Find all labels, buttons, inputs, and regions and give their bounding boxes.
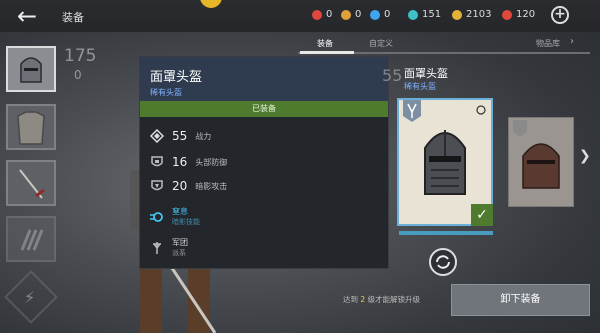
power-sub-value-left: 0 <box>74 68 82 82</box>
stat-power: 55 战力 <box>150 129 211 143</box>
chevron-right-icon[interactable]: ❯ <box>579 148 591 164</box>
claw-marks-icon <box>20 229 44 251</box>
stat-value: 55 <box>172 129 188 143</box>
stat-label: 暗影攻击 <box>195 181 228 191</box>
slot-claws[interactable] <box>6 216 56 262</box>
chevron-right-icon[interactable]: › <box>570 36 574 47</box>
power-value-right: 55 <box>382 66 403 85</box>
emoji-badge-icon[interactable] <box>200 0 222 8</box>
resource-value: 151 <box>422 9 442 20</box>
resource-ruby[interactable]: 120 <box>502 9 535 20</box>
page-title: 装备 <box>62 11 84 24</box>
gem-icon <box>408 9 418 20</box>
req-level: 2 <box>360 295 366 304</box>
resource-value: 120 <box>516 9 536 20</box>
item-title: 面罩头盔 <box>404 67 448 80</box>
stat-label: 头部防御 <box>195 157 228 167</box>
resource-red-fist[interactable]: 0 <box>312 9 332 20</box>
slot-helmet[interactable] <box>6 46 56 92</box>
shadow-attack-icon <box>151 180 163 191</box>
resource-blue-fist[interactable]: 0 <box>370 9 390 20</box>
power-diamond-icon <box>150 129 164 143</box>
resource-gem[interactable]: 151 <box>408 9 441 20</box>
stat-label: 战力 <box>195 131 212 141</box>
upgrade-requirement: 达到 2 级才能解锁升级 <box>343 294 420 305</box>
popup-item-title: 面罩头盔 <box>150 70 203 85</box>
armor-icon <box>17 111 45 145</box>
stat-value: 20 <box>172 179 188 193</box>
cycle-icon <box>436 255 450 269</box>
resource-value: 2103 <box>466 9 492 20</box>
orange-fist-icon <box>341 9 351 20</box>
suffocate-icon <box>150 211 163 222</box>
item-rarity: 稀有头盔 <box>404 82 436 91</box>
resource-orange-fist[interactable]: 0 <box>341 9 361 20</box>
tab-inventory[interactable]: 物品库 <box>536 38 560 49</box>
ability-desc: 暗影技能 <box>172 218 200 226</box>
helmet-icon <box>20 57 42 83</box>
coin-icon <box>452 9 462 20</box>
popup-item-rarity: 稀有头盔 <box>150 88 182 97</box>
sword-icon <box>19 169 45 199</box>
popup-header: 面罩头盔 稀有头盔 <box>140 57 388 101</box>
stat-head-defense: 16 头部防御 <box>150 155 227 169</box>
alternate-helmet-card[interactable] <box>508 117 574 207</box>
ruby-icon <box>502 9 512 20</box>
ability-row[interactable]: 窒息 暗影技能 <box>150 206 200 227</box>
resource-value: 0 <box>384 9 391 20</box>
card-selection-bar <box>399 231 493 235</box>
slot-armor[interactable] <box>6 104 56 150</box>
legion-banner-icon <box>153 241 161 254</box>
equipped-status-bar: 已装备 <box>140 101 388 117</box>
item-detail-popup: 面罩头盔 稀有头盔 已装备 55 战力 16 头部防御 20 暗影攻击 窒息 暗… <box>139 56 389 269</box>
faction-name: 军团 <box>172 238 188 247</box>
req-suffix: 级才能解锁升级 <box>367 295 421 304</box>
helmet-icon <box>513 120 560 189</box>
shield-helmet-icon <box>151 156 163 167</box>
stat-shadow-attack: 20 暗影攻击 <box>150 179 227 193</box>
swap-cycle-button[interactable] <box>429 248 457 276</box>
add-currency-button[interactable]: + <box>551 6 569 24</box>
top-bar: ← 装备 0 0 0 151 2103 120 + <box>0 0 600 32</box>
req-prefix: 达到 <box>343 295 358 304</box>
unequip-button[interactable]: 卸下装备 <box>451 284 590 316</box>
resource-value: 0 <box>355 9 362 20</box>
equipped-check-icon: ✓ <box>471 204 493 226</box>
power-value-left: 175 <box>64 46 97 66</box>
faction-row: 军团 派系 <box>150 237 188 258</box>
tab-equipment[interactable]: 装备 <box>317 38 333 49</box>
back-arrow-icon[interactable]: ← <box>10 3 44 29</box>
slot-weapon[interactable] <box>6 160 56 206</box>
lightning-icon: ⚡ <box>24 288 36 307</box>
tab-customize[interactable]: 自定义 <box>369 38 393 49</box>
resource-value: 0 <box>326 9 333 20</box>
blue-fist-icon <box>370 9 380 20</box>
resource-coin[interactable]: 2103 <box>452 9 491 20</box>
stat-value: 16 <box>172 155 188 169</box>
red-fist-icon <box>312 9 322 20</box>
faction-desc: 派系 <box>172 249 186 257</box>
ability-name: 窒息 <box>172 207 188 216</box>
active-tab-indicator <box>300 51 354 54</box>
